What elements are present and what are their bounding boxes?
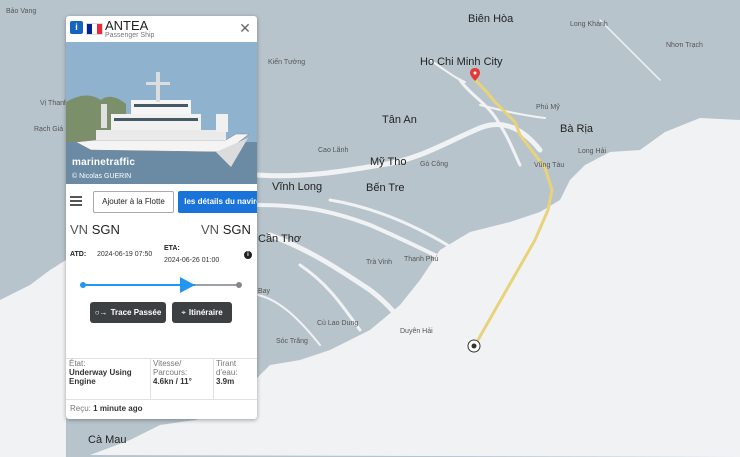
map-label-ben-tre: Bến Tre — [366, 182, 405, 194]
map-label-tan-an: Tân An — [382, 114, 417, 126]
map-label-thanh-phu: Thạnh Phú — [404, 256, 439, 263]
map-label-ca-mau: Cà Mau — [88, 434, 127, 446]
route-pin-icon: ⌖ — [181, 308, 186, 317]
menu-icon[interactable] — [70, 196, 82, 206]
speed-stat: Vitesse/ Parcours: 4.6kn / 11° — [150, 359, 213, 399]
draught-value: 3.9m — [216, 377, 235, 386]
status-stat: État: Underway Using Engine — [69, 359, 149, 399]
voyage-progress-bar — [83, 284, 239, 286]
received-label: Reçu: — [70, 404, 91, 413]
destination-code: SGN — [222, 222, 251, 237]
map-label-dung: Cù Lao Dung — [317, 320, 359, 327]
progress-ship-icon — [180, 277, 196, 293]
eta-label: ETA: — [164, 245, 180, 252]
flag-icon — [86, 23, 103, 35]
panel-actions: Ajouter à la Flotte les détails du navir… — [66, 190, 257, 214]
status-label: État: — [69, 359, 86, 368]
map-label-cao-lanh: Cao Lãnh — [318, 147, 349, 154]
map-label-soc-trang: Sóc Trăng — [276, 338, 308, 345]
vessel-info-panel: i ANTEA Passenger Ship ✕ marinetraffic ©… — [66, 16, 257, 419]
atd-label: ATD: — [70, 251, 87, 258]
map-label-bay: Bay — [258, 288, 271, 295]
route-button[interactable]: ⌖ Itinéraire — [172, 302, 232, 323]
ship-type-icon: i — [70, 21, 83, 34]
route-label: Itinéraire — [188, 308, 223, 317]
info-icon[interactable]: i — [244, 251, 252, 259]
map-label-long-khanh: Long Khánh — [570, 21, 608, 28]
map-label-tra-vinh: Trà Vinh — [366, 259, 393, 266]
vessel-details-button[interactable]: les détails du navire — [178, 191, 257, 213]
map-label-bien-hoa: Biên Hòa — [468, 13, 514, 25]
photo-credit: © Nicolas GUERIN — [72, 173, 132, 180]
eta-value: 2024-06-26 01:00 — [164, 257, 220, 264]
map-label-long-hai: Long Hải — [578, 148, 607, 155]
progress-end-dot — [236, 282, 242, 288]
add-to-fleet-button[interactable]: Ajouter à la Flotte — [93, 191, 174, 213]
map-label-kien-tuong: Kiến Tường — [268, 59, 306, 66]
origin-country: VN — [70, 222, 89, 237]
destination-port[interactable]: VN SGN — [201, 222, 251, 237]
atd-value: 2024-06-19 07:50 — [97, 251, 153, 258]
received-time: Reçu: 1 minute ago — [70, 404, 142, 413]
map-label-vung-tau: Vũng Tàu — [534, 162, 565, 169]
vessel-type: Passenger Ship — [105, 32, 155, 39]
status-value: Underway Using Engine — [69, 368, 132, 386]
draught-label: Tirant d'eau: — [216, 359, 238, 377]
map-label-rach-gia: Rạch Giá — [34, 126, 64, 133]
speed-value: 4.6kn / 11° — [153, 377, 192, 386]
track-icon: ○→ — [94, 308, 108, 317]
destination-country: VN — [201, 222, 220, 237]
map-label-my-tho: Mỹ Tho — [370, 156, 407, 168]
map-label-ba-ria: Bà Rịa — [560, 123, 594, 135]
map-label-ho-chi-minh-city: Ho Chi Minh City — [420, 56, 503, 68]
draught-stat: Tirant d'eau: 3.9m — [213, 359, 257, 399]
map-label-vinh-long: Vĩnh Long — [272, 181, 323, 193]
close-icon[interactable]: ✕ — [238, 21, 252, 35]
map-label-duyen-hai: Duyên Hải — [400, 328, 433, 335]
map-label-can-tho: Cần Thơ — [258, 233, 302, 245]
map-label-go-cong: Gò Công — [420, 161, 449, 168]
past-track-label: Trace Passée — [110, 308, 162, 317]
map-label-nhon-trach: Nhơn Trạch — [666, 42, 703, 49]
vessel-name: ANTEA — [105, 18, 149, 33]
map-label-ba-vang: Bảo Vang — [6, 8, 37, 15]
map-label-phu-my: Phú Mỹ — [536, 104, 560, 111]
progress-start-dot — [80, 282, 86, 288]
vessel-stats: État: Underway Using Engine Vitesse/ Par… — [66, 358, 257, 400]
origin-code: SGN — [91, 222, 120, 237]
map-label-vi-thanh: Vị Thanh — [40, 100, 68, 107]
received-value: 1 minute ago — [93, 404, 143, 413]
panel-header: i ANTEA Passenger Ship ✕ — [66, 16, 257, 42]
watermark: marinetraffic — [72, 157, 136, 168]
speed-label: Vitesse/ Parcours: — [153, 359, 188, 377]
past-track-button[interactable]: ○→ Trace Passée — [90, 302, 166, 323]
vessel-photo[interactable]: marinetraffic © Nicolas GUERIN — [66, 42, 257, 184]
voyage-progress-fill — [83, 284, 196, 286]
origin-port[interactable]: VN SGN — [70, 222, 120, 237]
